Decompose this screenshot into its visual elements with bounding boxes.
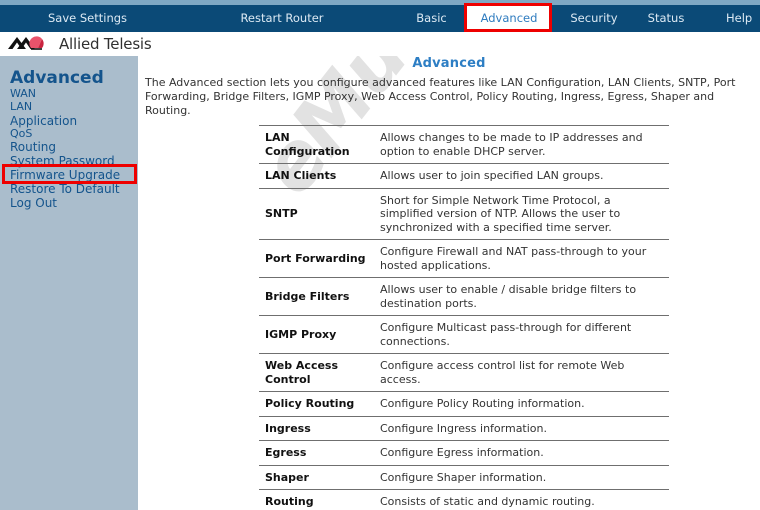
feature-description-table: LAN Configuration Allows changes to be m… [259,125,669,510]
nav-item-restart-router[interactable]: Restart Router [222,5,342,32]
sidebar-item-qos[interactable]: QoS [0,127,138,141]
feature-description: Configure Multicast pass-through for dif… [375,315,669,354]
feature-description: Configure Ingress information. [375,415,669,441]
table-row: Port Forwarding Configure Firewall and N… [259,239,669,278]
sidebar-item-lan[interactable]: LAN [0,100,138,114]
table-row: Egress Configure Egress information. [259,440,669,466]
feature-name: Web Access Control [259,353,375,392]
table-row: SNTP Short for Simple Network Time Proto… [259,187,669,240]
sidebar-item-routing[interactable]: Routing [0,140,138,154]
page-title: Advanced [412,56,486,71]
top-navigation-bar: Save Settings Restart Router Basic Advan… [0,5,760,32]
page-intro-text: The Advanced section lets you configure … [145,76,736,117]
feature-name: LAN Clients [259,163,375,189]
feature-description: Configure Shaper information. [375,464,669,490]
feature-name: IGMP Proxy [259,315,375,354]
sidebar-item-application[interactable]: Application [0,114,138,128]
nav-item-security[interactable]: Security [558,5,630,32]
sidebar-item-system-password[interactable]: System Password [0,154,138,168]
sidebar-menu: WAN LAN Application QoS Routing System P… [0,87,138,210]
feature-description: Allows user to enable / disable bridge f… [375,277,669,316]
feature-name: Policy Routing [259,391,375,417]
feature-description: Consists of static and dynamic routing. [375,489,669,510]
table-row: LAN Configuration Allows changes to be m… [259,125,669,164]
feature-description: Short for Simple Network Time Protocol, … [375,187,669,240]
feature-description: Configure Egress information. [375,440,669,466]
sidebar-item-firmware-upgrade[interactable]: Firmware Upgrade [0,168,138,182]
table-row: Shaper Configure Shaper information. [259,464,669,490]
feature-description: Allows changes to be made to IP addresse… [375,125,669,164]
nav-item-basic[interactable]: Basic [404,5,459,32]
main-content: eMule Advanced The Advanced section lets… [138,56,760,510]
feature-name: Shaper [259,464,375,490]
feature-description: Allows user to join specified LAN groups… [375,163,669,189]
nav-item-advanced[interactable]: Advanced [466,5,552,32]
feature-name: Egress [259,440,375,466]
sidebar-item-log-out[interactable]: Log Out [0,196,138,210]
table-row: Web Access Control Configure access cont… [259,353,669,392]
feature-name: Port Forwarding [259,239,375,278]
feature-name: Bridge Filters [259,277,375,316]
table-row: Policy Routing Configure Policy Routing … [259,391,669,417]
allied-telesis-chevron-icon [8,35,54,54]
table-row: Routing Consists of static and dynamic r… [259,489,669,510]
feature-description: Configure Firewall and NAT pass-through … [375,239,669,278]
feature-name: LAN Configuration [259,125,375,164]
table-row: Ingress Configure Ingress information. [259,415,669,441]
table-row: LAN Clients Allows user to join specifie… [259,163,669,189]
brand-name: Allied Telesis [59,35,152,53]
feature-name: Routing [259,489,375,510]
sidebar: Advanced WAN LAN Application QoS Routing… [0,56,138,510]
sidebar-item-wan[interactable]: WAN [0,87,138,101]
nav-item-status[interactable]: Status [638,5,694,32]
feature-description: Configure Policy Routing information. [375,391,669,417]
table-row: IGMP Proxy Configure Multicast pass-thro… [259,315,669,354]
feature-table-body: LAN Configuration Allows changes to be m… [259,125,669,510]
feature-name: SNTP [259,187,375,240]
sidebar-title: Advanced [10,68,104,88]
nav-item-save-settings[interactable]: Save Settings [30,5,145,32]
nav-item-help[interactable]: Help [726,5,760,32]
brand-logo: Allied Telesis [8,33,152,55]
sidebar-item-restore-to-default[interactable]: Restore To Default [0,182,138,196]
feature-description: Configure access control list for remote… [375,353,669,392]
feature-name: Ingress [259,415,375,441]
table-row: Bridge Filters Allows user to enable / d… [259,277,669,316]
